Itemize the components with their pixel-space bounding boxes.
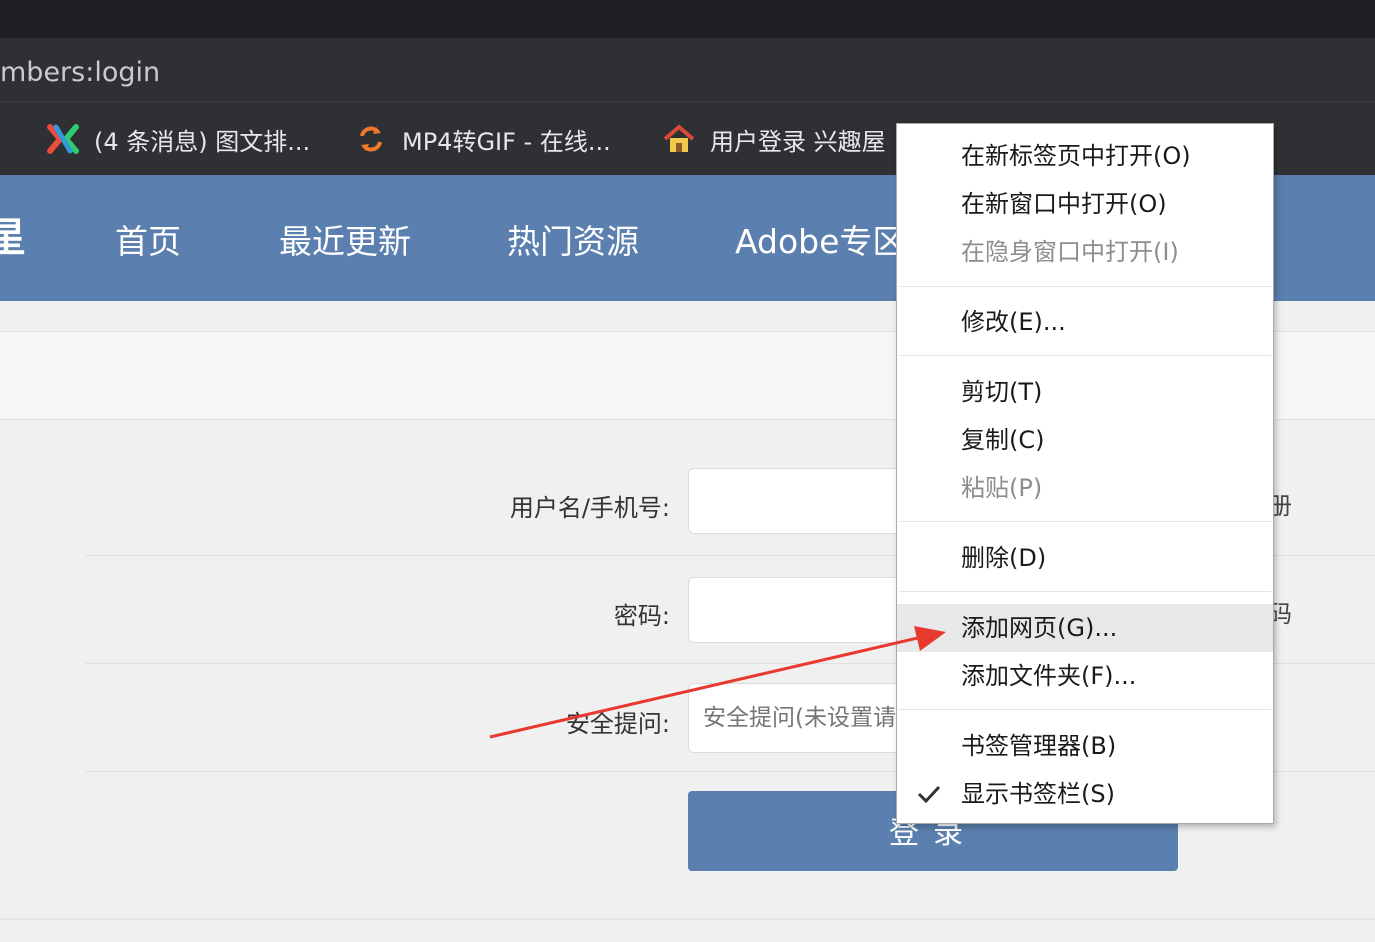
nav-adobe[interactable]: Adobe专区 [735, 175, 905, 301]
bookmark-context-menu: 在新标签页中打开(O) 在新窗口中打开(O) 在隐身窗口中打开(I) 修改(E)… [896, 123, 1274, 824]
divider [0, 918, 1375, 920]
menu-cut[interactable]: 剪切(T) [897, 368, 1273, 416]
menu-copy[interactable]: 复制(C) [897, 416, 1273, 464]
site-logo[interactable]: 星 [0, 205, 26, 263]
x-logo-icon [46, 122, 80, 156]
menu-item-label: 显示书签栏(S) [961, 780, 1115, 808]
nav-recent[interactable]: 最近更新 [279, 175, 411, 301]
nav-home[interactable]: 首页 [115, 175, 181, 301]
menu-bookmark-manager[interactable]: 书签管理器(B) [897, 722, 1273, 770]
convert-arrows-icon [354, 122, 388, 156]
address-bar-text[interactable]: mbers:login [0, 38, 160, 101]
bookmark-label: MP4转GIF - 在线... [402, 127, 611, 156]
bookmark-label: 用户登录 兴趣屋 [710, 127, 886, 156]
menu-open-new-window[interactable]: 在新窗口中打开(O) [897, 180, 1273, 228]
menu-open-incognito[interactable]: 在隐身窗口中打开(I) [897, 228, 1273, 276]
menu-add-folder[interactable]: 添加文件夹(F)... [897, 652, 1273, 700]
house-icon [662, 122, 696, 156]
address-bar[interactable]: mbers:login [0, 38, 1375, 101]
menu-separator [899, 709, 1271, 710]
menu-add-page[interactable]: 添加网页(G)... [897, 604, 1273, 652]
menu-delete[interactable]: 删除(D) [897, 534, 1273, 582]
bookmark-mp4gif[interactable]: MP4转GIF - 在线... [354, 102, 611, 176]
menu-separator [899, 521, 1271, 522]
nav-hot[interactable]: 热门资源 [507, 175, 639, 301]
username-label: 用户名/手机号: [509, 494, 670, 522]
security-question-label: 安全提问: [565, 710, 670, 738]
menu-edit[interactable]: 修改(E)... [897, 298, 1273, 346]
menu-separator [899, 355, 1271, 356]
bookmark-label: (4 条消息) 图文排... [94, 127, 311, 156]
menu-show-bookmarks-bar[interactable]: 显示书签栏(S) [897, 770, 1273, 818]
menu-separator [899, 286, 1271, 287]
bookmark-csdn[interactable]: (4 条消息) 图文排... [46, 102, 310, 176]
menu-paste[interactable]: 粘贴(P) [897, 464, 1273, 512]
browser-title-strip [0, 0, 1375, 38]
password-label: 密码: [613, 602, 670, 630]
menu-open-new-tab[interactable]: 在新标签页中打开(O) [897, 132, 1273, 180]
bookmark-login[interactable]: 用户登录 兴趣屋 [662, 102, 886, 176]
menu-separator [899, 591, 1271, 592]
